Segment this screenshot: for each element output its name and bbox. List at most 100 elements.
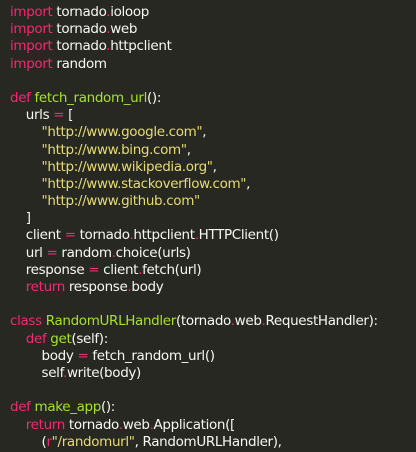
code-token: random — [52, 55, 107, 72]
code-line: "http://www.stackoverflow.com", — [10, 176, 378, 193]
code-token: , RandomURLHandler), — [134, 433, 282, 450]
code-token: tornado — [52, 21, 107, 38]
code-token: import — [10, 38, 53, 55]
code-token: , — [186, 141, 191, 158]
code-token: web — [234, 313, 262, 330]
code-editor[interactable]: import tornado.ioloop import tornado.web i… — [0, 0, 416, 452]
code-line: "http://www.github.com" — [10, 193, 378, 210]
code-token: import — [10, 55, 53, 72]
code-token: tornado — [64, 416, 119, 433]
code-line: def make_app(): — [10, 399, 378, 416]
code-token: def — [10, 399, 31, 416]
code-token: fetch_random_url() — [88, 347, 215, 364]
code-line: client = tornado.httpclient.HTTPClient() — [10, 227, 378, 244]
code-token: HTTPClient() — [198, 227, 279, 244]
code-token: client — [10, 227, 65, 244]
code-token: web — [110, 21, 138, 38]
code-line: body = fetch_random_url() — [10, 348, 378, 365]
code-token: "http://www.google.com" — [41, 124, 203, 141]
code-line: def get(self): — [10, 331, 378, 348]
code-line: response = client.fetch(url) — [10, 262, 378, 279]
code-token: RandomURLHandler — [45, 313, 177, 330]
code-line: class RandomURLHandler(tornado.web.Reque… — [10, 313, 378, 330]
code-line: self.write(body) — [10, 365, 378, 382]
code-line: "http://www.wikipedia.org", — [10, 159, 378, 176]
code-token: httpclient — [133, 227, 195, 244]
code-token: import — [10, 21, 53, 38]
code-token: ] — [10, 210, 31, 227]
code-token: tornado — [52, 38, 107, 55]
code-token: response — [10, 261, 89, 278]
code-token: import — [10, 4, 53, 20]
code-token: tornado — [52, 4, 107, 20]
code-token: (): — [146, 89, 162, 106]
code-line: import tornado.web — [10, 21, 378, 38]
code-line: "http://www.google.com", — [10, 124, 378, 141]
code-line: url = random.choice(urls) — [10, 245, 378, 262]
code-token: httpclient — [110, 38, 172, 55]
code-token: response — [64, 279, 128, 295]
code-line: (r"/randomurl", RandomURLHandler), — [10, 434, 378, 451]
code-token: = — [53, 107, 65, 124]
code-token: "http://www.stackoverflow.com" — [41, 175, 247, 192]
code-token: , — [246, 175, 251, 192]
code-token: self — [10, 364, 64, 381]
code-token: class — [10, 313, 42, 330]
code-token: = — [46, 244, 58, 261]
code-token: web — [122, 416, 150, 433]
code-token: random — [57, 244, 112, 261]
code-token: get — [50, 330, 72, 347]
code-token: = — [88, 261, 100, 278]
code-line: def fetch_random_url(): — [10, 90, 378, 107]
code-token: ( — [10, 433, 47, 450]
code-token: (self): — [71, 330, 108, 347]
code-token: "/randomurl" — [51, 433, 135, 450]
code-token: RequestHandler): — [265, 313, 379, 330]
code-token: fetch_random_url — [34, 89, 148, 106]
code-token: urls — [10, 107, 54, 124]
code-token: write(body) — [66, 364, 141, 381]
code-token: return — [25, 416, 66, 433]
code-token: ioloop — [110, 4, 149, 20]
code-token: (): — [100, 399, 116, 416]
code-token: def — [25, 330, 47, 347]
code-token: = — [64, 227, 76, 244]
code-line: import tornado.httpclient — [10, 38, 378, 55]
code-line: return response.body — [10, 279, 378, 296]
code-token: choice(urls) — [115, 244, 191, 261]
code-token: Application([ — [153, 416, 236, 433]
code-token: , — [212, 158, 217, 175]
code-token: make_app — [34, 399, 102, 416]
code-line: urls = [ — [10, 107, 378, 124]
code-token: fetch(url) — [142, 261, 202, 278]
code-token: "http://www.bing.com" — [41, 141, 188, 158]
code-line: "http://www.bing.com", — [10, 142, 378, 159]
code-token: = — [77, 347, 89, 364]
code-token: body — [131, 279, 164, 295]
code-token: client — [99, 261, 139, 278]
code-token: , — [202, 124, 207, 141]
code-token: def — [10, 89, 31, 106]
code-token: [ — [64, 107, 74, 124]
code-token: "http://www.github.com" — [41, 193, 201, 210]
code-line: import random — [10, 56, 378, 73]
code-token: "http://www.wikipedia.org" — [41, 158, 213, 175]
code-line: ] — [10, 210, 378, 227]
code-token: tornado — [75, 227, 130, 244]
code-line: return tornado.web.Application([ — [10, 417, 378, 434]
code-line: import tornado.ioloop — [10, 4, 378, 21]
code-token: (tornado — [175, 313, 231, 330]
code-block[interactable]: import tornado.ioloop import tornado.web i… — [10, 4, 378, 452]
code-token: return — [25, 279, 66, 295]
